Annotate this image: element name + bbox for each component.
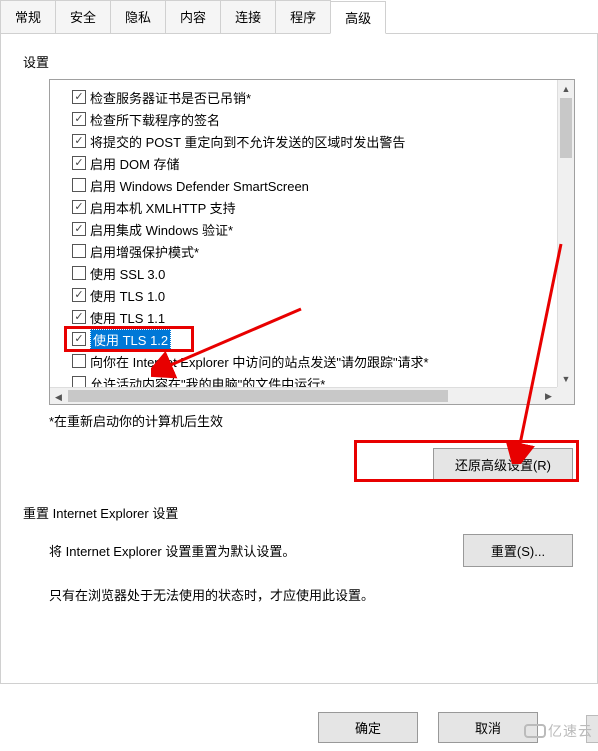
list-item[interactable]: 启用本机 XMLHTTP 支持 xyxy=(70,196,574,218)
list-item[interactable]: 启用增强保护模式* xyxy=(70,240,574,262)
advanced-panel: 设置 检查服务器证书是否已吊销* 检查所下载程序的签名 将提交的 POST 重定… xyxy=(0,34,598,684)
watermark: 亿速云 xyxy=(524,721,593,741)
checkbox-icon[interactable] xyxy=(72,310,86,324)
watermark-icon xyxy=(524,724,546,738)
checkbox-icon[interactable] xyxy=(72,156,86,170)
list-item[interactable]: 启用集成 Windows 验证* xyxy=(70,218,574,240)
list-item[interactable]: 检查所下载程序的签名 xyxy=(70,108,574,130)
restore-advanced-button[interactable]: 还原高级设置(R) xyxy=(433,448,573,481)
tab-security[interactable]: 安全 xyxy=(55,0,111,33)
list-item[interactable]: 检查服务器证书是否已吊销* xyxy=(70,86,574,108)
checkbox-label: 启用 DOM 存储 xyxy=(90,154,180,173)
list-item[interactable]: 使用 TLS 1.0 xyxy=(70,284,574,306)
reset-group-label: 重置 Internet Explorer 设置 xyxy=(23,503,575,522)
tab-programs[interactable]: 程序 xyxy=(275,0,331,33)
tab-privacy[interactable]: 隐私 xyxy=(110,0,166,33)
settings-listbox[interactable]: 检查服务器证书是否已吊销* 检查所下载程序的签名 将提交的 POST 重定向到不… xyxy=(49,79,575,405)
horizontal-scrollbar[interactable]: ◀ ▶ xyxy=(50,387,557,404)
checkbox-label: 启用集成 Windows 验证* xyxy=(90,220,233,239)
checkbox-label: 检查服务器证书是否已吊销* xyxy=(90,88,251,107)
checkbox-icon[interactable] xyxy=(72,90,86,104)
checkbox-label: 使用 TLS 1.1 xyxy=(90,308,165,327)
scroll-thumb[interactable] xyxy=(68,390,448,402)
list-item[interactable]: 启用 DOM 存储 xyxy=(70,152,574,174)
scroll-right-icon[interactable]: ▶ xyxy=(540,388,557,405)
scroll-corner xyxy=(557,387,574,404)
ok-button[interactable]: 确定 xyxy=(318,712,418,743)
scroll-left-icon[interactable]: ◀ xyxy=(50,389,67,405)
checkbox-icon[interactable] xyxy=(72,354,86,368)
settings-label: 设置 xyxy=(23,52,575,71)
list-item[interactable]: 使用 SSL 3.0 xyxy=(70,262,574,284)
settings-list-content: 检查服务器证书是否已吊销* 检查所下载程序的签名 将提交的 POST 重定向到不… xyxy=(50,80,574,400)
checkbox-label: 启用本机 XMLHTTP 支持 xyxy=(90,198,236,217)
scroll-thumb[interactable] xyxy=(560,98,572,158)
scroll-down-icon[interactable]: ▼ xyxy=(558,370,574,387)
list-item-tls12[interactable]: 使用 TLS 1.2 xyxy=(70,328,574,350)
checkbox-icon[interactable] xyxy=(72,178,86,192)
checkbox-icon[interactable] xyxy=(72,134,86,148)
checkbox-label: 向你在 Internet Explorer 中访问的站点发送"请勿跟踪"请求* xyxy=(90,352,429,371)
checkbox-label: 启用 Windows Defender SmartScreen xyxy=(90,176,309,195)
checkbox-icon[interactable] xyxy=(72,288,86,302)
cancel-button[interactable]: 取消 xyxy=(438,712,538,743)
tab-general[interactable]: 常规 xyxy=(0,0,56,33)
vertical-scrollbar[interactable]: ▲ ▼ xyxy=(557,80,574,387)
reset-description: 将 Internet Explorer 设置重置为默认设置。 xyxy=(49,541,295,560)
reset-button[interactable]: 重置(S)... xyxy=(463,534,573,567)
checkbox-icon[interactable] xyxy=(72,266,86,280)
checkbox-label: 将提交的 POST 重定向到不允许发送的区域时发出警告 xyxy=(90,132,405,151)
checkbox-label: 检查所下载程序的签名 xyxy=(90,110,220,129)
list-item[interactable]: 将提交的 POST 重定向到不允许发送的区域时发出警告 xyxy=(70,130,574,152)
dialog-button-row: 确定 取消 xyxy=(318,712,538,743)
list-item[interactable]: 向你在 Internet Explorer 中访问的站点发送"请勿跟踪"请求* xyxy=(70,350,574,372)
reset-info: 只有在浏览器处于无法使用的状态时，才应使用此设置。 xyxy=(49,585,575,604)
checkbox-label: 使用 SSL 3.0 xyxy=(90,264,165,283)
checkbox-label: 启用增强保护模式* xyxy=(90,242,199,261)
restart-note: *在重新启动你的计算机后生效 xyxy=(49,411,575,430)
checkbox-label: 使用 TLS 1.0 xyxy=(90,286,165,305)
tab-connections[interactable]: 连接 xyxy=(220,0,276,33)
list-item[interactable]: 使用 TLS 1.1 xyxy=(70,306,574,328)
list-item[interactable]: 启用 Windows Defender SmartScreen xyxy=(70,174,574,196)
checkbox-icon[interactable] xyxy=(72,222,86,236)
checkbox-icon[interactable] xyxy=(72,200,86,214)
checkbox-icon[interactable] xyxy=(72,332,86,346)
checkbox-icon[interactable] xyxy=(72,244,86,258)
tab-content[interactable]: 内容 xyxy=(165,0,221,33)
scroll-up-icon[interactable]: ▲ xyxy=(558,80,574,97)
checkbox-label: 使用 TLS 1.2 xyxy=(90,329,171,350)
tab-strip: 常规 安全 隐私 内容 连接 程序 高级 xyxy=(0,0,598,34)
checkbox-icon[interactable] xyxy=(72,112,86,126)
tab-advanced[interactable]: 高级 xyxy=(330,1,386,34)
